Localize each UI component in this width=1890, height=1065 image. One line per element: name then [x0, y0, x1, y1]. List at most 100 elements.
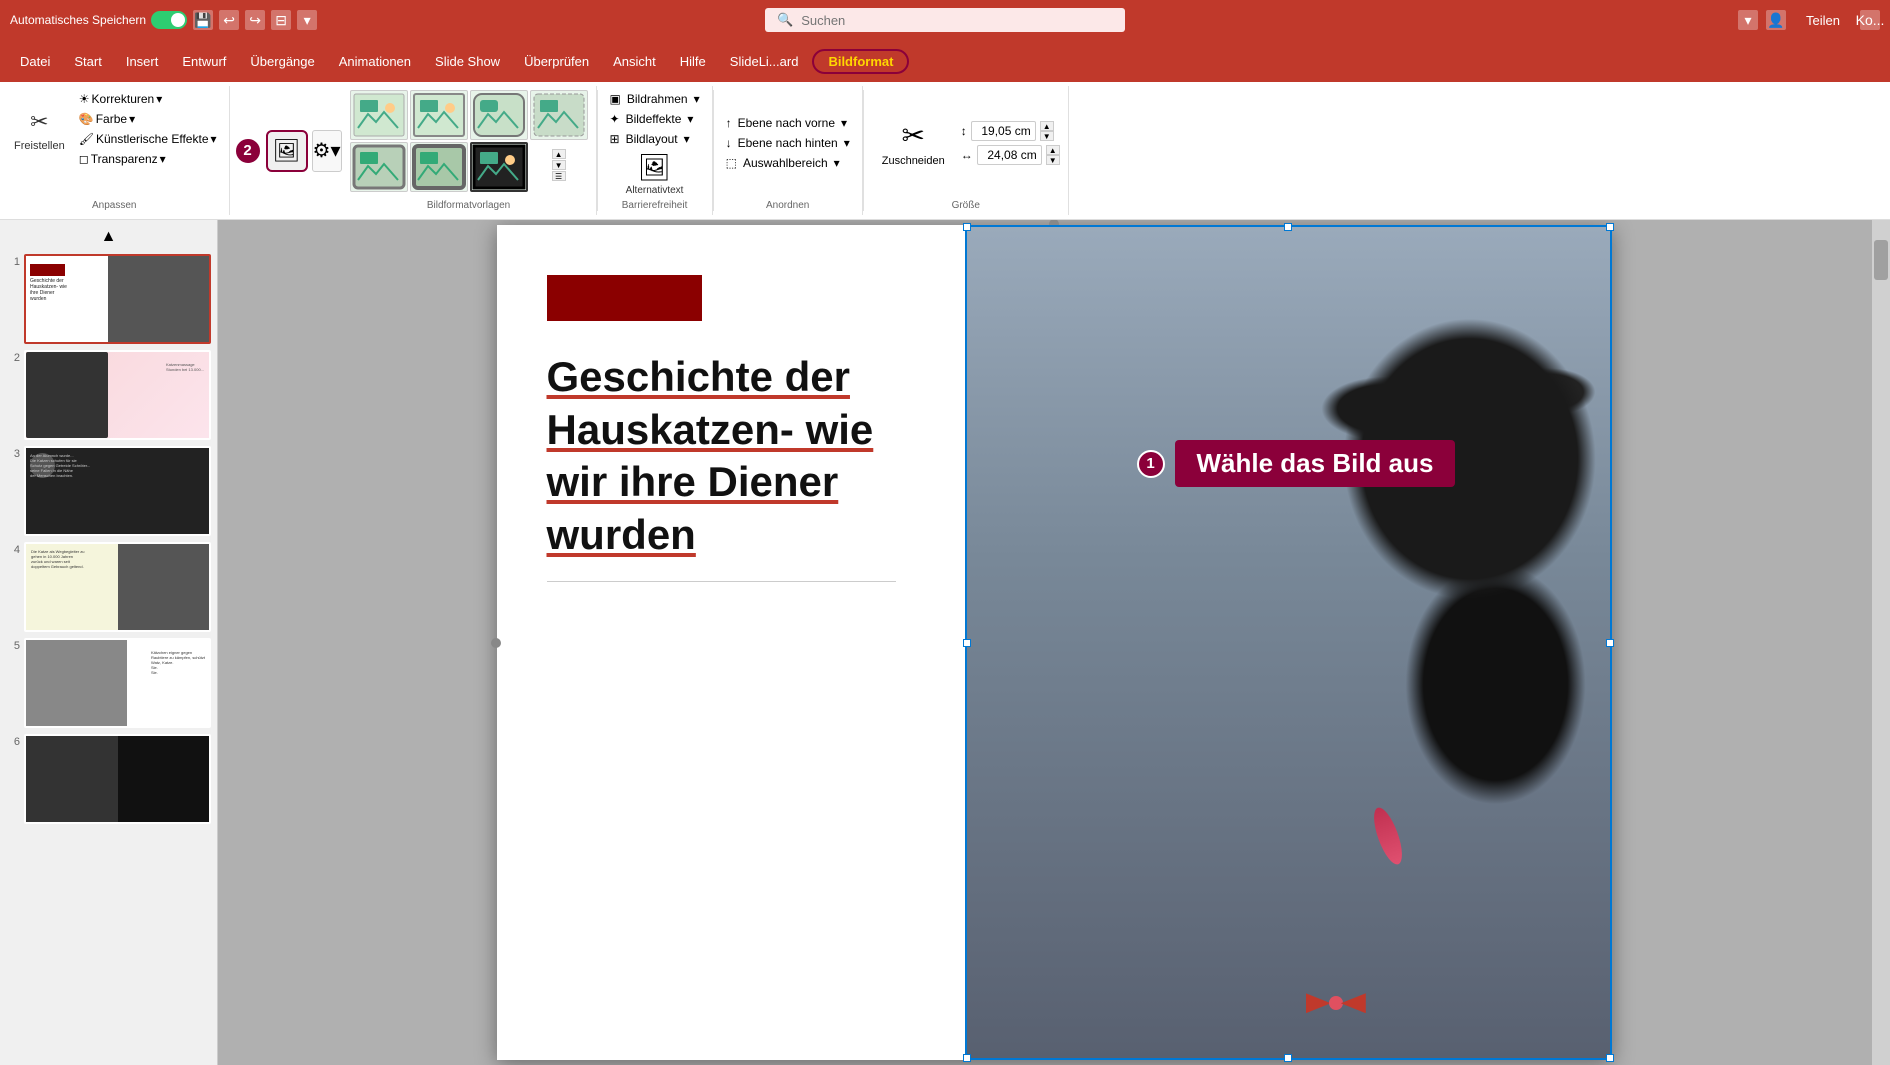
search-input[interactable] — [801, 13, 1101, 28]
slide-inner-3: An der Alumnch wurde...Die Katzen schufe… — [26, 448, 209, 534]
bildformatvorlagen-label: Bildformatvorlagen — [427, 200, 510, 211]
menu-ansicht[interactable]: Ansicht — [603, 50, 666, 73]
crop-image-button[interactable]: 🖼 — [266, 130, 308, 172]
menu-slideshow[interactable]: Slide Show — [425, 50, 510, 73]
width-up[interactable]: ▲ — [1046, 145, 1060, 155]
present-icon[interactable]: ⊟ — [271, 10, 291, 30]
farbe-button[interactable]: 🎨 Farbe ▾ — [75, 110, 221, 128]
bildrahmen-button[interactable]: ▣ Bildrahmen ▾ — [606, 90, 704, 108]
menu-ueberpruefen[interactable]: Überprüfen — [514, 50, 599, 73]
menu-hilfe[interactable]: Hilfe — [670, 50, 716, 73]
s4-text: Die Katze als Wegbegleiter zugehen in 10… — [31, 549, 85, 569]
panel-scroll-up[interactable]: ▲ — [6, 228, 211, 246]
anpassen-top-row: ✂ Freistellen ☀ Korrekturen ▾ 🎨 Farbe ▾ … — [8, 90, 221, 168]
flower-petal — [1368, 805, 1407, 868]
preset-3[interactable] — [470, 90, 528, 140]
auswahlbereich-chevron: ▾ — [834, 156, 840, 170]
menu-uebergaenge[interactable]: Übergänge — [240, 50, 324, 73]
transparenz-chevron: ▾ — [160, 152, 166, 166]
zuschneiden-button[interactable]: ✂ Zuschneiden — [872, 113, 955, 173]
anordnen-buttons: ↑ Ebene nach vorne ▾ ↓ Ebene nach hinten… — [722, 90, 854, 196]
preset-7[interactable] — [470, 142, 528, 192]
slide-canvas[interactable]: Geschichte der Hauskatzen- wie wir ihre … — [497, 225, 1612, 1060]
customize-icon[interactable]: ▾ — [297, 10, 317, 30]
preset-2[interactable] — [410, 90, 468, 140]
search-bar[interactable]: 🔍 — [765, 8, 1125, 32]
height-down[interactable]: ▼ — [1040, 131, 1054, 141]
slide-num-3: 3 — [6, 446, 20, 460]
s5-text: Kätzchen eigner gegenRaubtiere zu kämpfe… — [151, 650, 205, 675]
slide-image-2[interactable]: KatzenmassageStunden bei 13.000... — [24, 350, 211, 440]
preset-5[interactable] — [350, 142, 408, 192]
art-icon: 🖌 — [79, 132, 94, 146]
menu-bildformat[interactable]: Bildformat — [812, 49, 909, 74]
save-icon[interactable]: 💾 — [193, 10, 213, 30]
cat-photo — [965, 225, 1612, 1060]
main-area: ▲ 1 Geschichte derHauskatzen- wieihre Di… — [0, 220, 1890, 1065]
undo-icon[interactable]: ↩ — [219, 10, 239, 30]
width-down[interactable]: ▼ — [1046, 155, 1060, 165]
kuenstlerische-chevron: ▾ — [211, 132, 217, 146]
preset-4[interactable] — [530, 90, 588, 140]
slide-thumb-6[interactable]: 6 — [6, 734, 211, 824]
share-button[interactable]: Teilen — [1794, 9, 1852, 32]
menu-slideliard[interactable]: SlideLi...ard — [720, 50, 809, 73]
expand-icon[interactable]: ☰ — [552, 171, 566, 181]
menu-datei[interactable]: Datei — [10, 50, 60, 73]
image-options-button[interactable]: ⚙▾ — [312, 130, 342, 172]
kuenstlerische-button[interactable]: 🖌 Künstlerische Effekte ▾ — [75, 130, 221, 148]
menu-entwurf[interactable]: Entwurf — [172, 50, 236, 73]
ppt-dropdown-icon[interactable]: ▾ — [1738, 10, 1758, 30]
vertical-scrollbar[interactable] — [1872, 220, 1890, 1065]
redo-icon[interactable]: ↪ — [245, 10, 265, 30]
height-up[interactable]: ▲ — [1040, 121, 1054, 131]
preset-1[interactable] — [350, 90, 408, 140]
s5-cat-img — [26, 640, 127, 726]
bowtie-center — [1329, 996, 1343, 1010]
slide-num-1: 1 — [6, 254, 20, 268]
slide-thumb-3[interactable]: 3 An der Alumnch wurde...Die Katzen schu… — [6, 446, 211, 536]
auswahlbereich-button[interactable]: ⬚ Auswahlbereich ▾ — [722, 154, 854, 172]
slide-image-4[interactable]: Die Katze als Wegbegleiter zugehen in 10… — [24, 542, 211, 632]
alternativtext-button[interactable]: 🖼 Alternativtext — [626, 152, 684, 196]
slide-image-5[interactable]: Kätzchen eigner gegenRaubtiere zu kämpfe… — [24, 638, 211, 728]
user-avatar[interactable]: 👤 — [1766, 10, 1786, 30]
ribbon-group-anpassen: ✂ Freistellen ☀ Korrekturen ▾ 🎨 Farbe ▾ … — [0, 86, 230, 215]
slide-image-3[interactable]: An der Alumnch wurde...Die Katzen schufe… — [24, 446, 211, 536]
height-input[interactable] — [971, 121, 1036, 141]
slide-thumb-4[interactable]: 4 Die Katze als Wegbegleiter zugehen in … — [6, 542, 211, 632]
ebene-vorne-button[interactable]: ↑ Ebene nach vorne ▾ — [722, 114, 854, 132]
farbe-chevron: ▾ — [129, 112, 135, 126]
ebene-hinten-button[interactable]: ↓ Ebene nach hinten ▾ — [722, 134, 854, 152]
autosave-switch[interactable] — [151, 11, 187, 29]
bildrahmen-label: Bildrahmen — [627, 92, 688, 106]
menu-animationen[interactable]: Animationen — [329, 50, 421, 73]
width-row: ↔ ▲ ▼ — [961, 145, 1060, 165]
bildeffekte-button[interactable]: ✦ Bildeffekte ▾ — [606, 110, 704, 128]
flower — [1358, 796, 1418, 876]
slide-thumb-5[interactable]: 5 Kätzchen eigner gegenRaubtiere zu kämp… — [6, 638, 211, 728]
korrekturen-button[interactable]: ☀ Korrekturen ▾ — [75, 90, 221, 108]
slide-image-6[interactable] — [24, 734, 211, 824]
slide-thumb-1[interactable]: 1 Geschichte derHauskatzen- wieihre Dien… — [6, 254, 211, 344]
scroll-down-icon[interactable]: ▼ — [552, 160, 566, 170]
slide-thumb-2[interactable]: 2 KatzenmassageStunden bei 13.000... — [6, 350, 211, 440]
scroll-thumb[interactable] — [1874, 240, 1888, 280]
slide-image-1[interactable]: Geschichte derHauskatzen- wieihre Diener… — [24, 254, 211, 344]
autosave-toggle[interactable]: Automatisches Speichern — [10, 11, 187, 29]
freistellen-button[interactable]: ✂ Freistellen — [8, 102, 71, 156]
menu-start[interactable]: Start — [64, 50, 111, 73]
more-presets-button[interactable]: ▲ ▼ ☰ — [530, 142, 588, 188]
bildlayout-button[interactable]: ⊞ Bildlayout ▾ — [606, 130, 704, 148]
scroll-up-icon[interactable]: ▲ — [552, 149, 566, 159]
preset-6[interactable] — [410, 142, 468, 192]
collapse-icon[interactable]: Ko... — [1860, 10, 1880, 30]
barrierefreiheit-label: Barrierefreiheit — [622, 200, 688, 211]
alternativtext-label: Alternativtext — [626, 185, 684, 196]
width-input[interactable] — [977, 145, 1042, 165]
transparenz-button[interactable]: ◻ Transparenz ▾ — [75, 150, 221, 168]
kuenstlerische-label: Künstlerische Effekte — [96, 132, 209, 146]
bildlayout-label: Bildlayout — [626, 132, 678, 146]
menu-insert[interactable]: Insert — [116, 50, 169, 73]
canvas-area: Geschichte der Hauskatzen- wie wir ihre … — [218, 220, 1890, 1065]
